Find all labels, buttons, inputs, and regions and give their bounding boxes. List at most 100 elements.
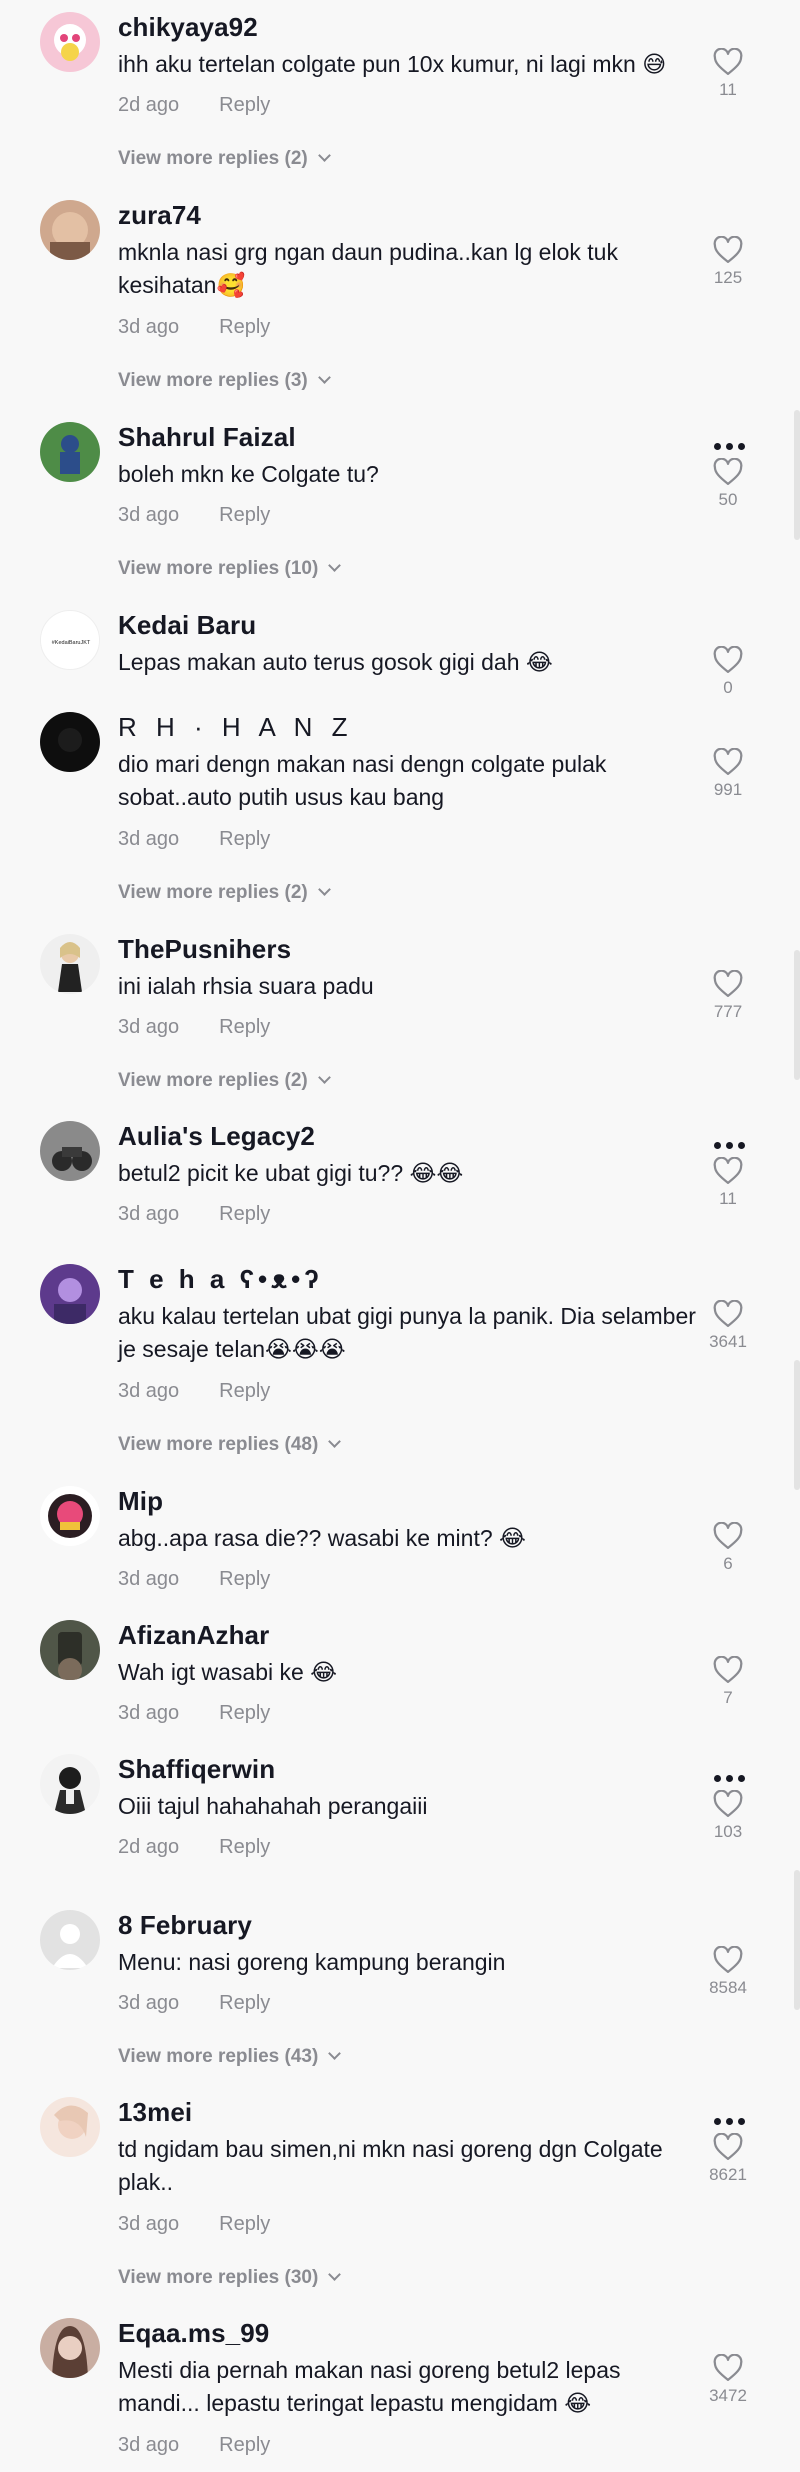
heart-outline-icon[interactable] bbox=[713, 646, 743, 674]
avatar[interactable] bbox=[40, 1910, 100, 1970]
like-control[interactable]: 3472 bbox=[690, 2354, 766, 2406]
reply-button[interactable]: Reply bbox=[219, 1992, 270, 2014]
heart-outline-icon[interactable] bbox=[713, 1656, 743, 1684]
comment-username[interactable]: Kedai Baru bbox=[118, 610, 256, 641]
like-count: 11 bbox=[719, 1189, 737, 1208]
view-more-replies[interactable]: View more replies (2) bbox=[118, 882, 331, 904]
avatar[interactable] bbox=[40, 712, 100, 772]
like-count: 125 bbox=[713, 268, 743, 287]
avatar[interactable]: #KedaiBaruJKT bbox=[40, 610, 100, 670]
comment-username[interactable]: Shaffiqerwin bbox=[118, 1754, 275, 1785]
comment-text: abg..apa rasa die?? wasabi ke mint? 😂 bbox=[118, 1525, 526, 1551]
heart-outline-icon[interactable] bbox=[713, 1946, 743, 1974]
heart-outline-icon[interactable] bbox=[713, 1522, 743, 1550]
avatar[interactable] bbox=[40, 2097, 100, 2157]
heart-outline-icon[interactable] bbox=[713, 1790, 743, 1818]
avatar[interactable] bbox=[40, 422, 100, 482]
comment-username[interactable]: zura74 bbox=[118, 200, 201, 231]
view-more-label: View more replies (30) bbox=[118, 2267, 319, 2288]
avatar[interactable] bbox=[40, 1121, 100, 1181]
comment-text: Lepas makan auto terus gosok gigi dah 😂 bbox=[118, 649, 553, 675]
heart-outline-icon[interactable] bbox=[713, 1157, 743, 1185]
comment-username[interactable]: ThePusnihers bbox=[118, 934, 291, 965]
comment-username[interactable]: 8 February bbox=[118, 1910, 252, 1941]
heart-outline-icon[interactable] bbox=[713, 748, 743, 776]
like-control[interactable]: 50 bbox=[690, 458, 766, 510]
view-more-replies[interactable]: View more replies (43) bbox=[118, 2046, 342, 2068]
scroll-indicator bbox=[794, 1360, 800, 1490]
like-count: 991 bbox=[713, 780, 743, 799]
comment-text: Oiii tajul hahahahah perangaiii bbox=[118, 1793, 428, 1819]
heart-outline-icon[interactable] bbox=[713, 970, 743, 998]
like-control[interactable]: 7 bbox=[690, 1656, 766, 1708]
comment-username[interactable]: chikyaya92 bbox=[118, 12, 258, 43]
like-control[interactable]: 777 bbox=[690, 970, 766, 1022]
reply-button[interactable]: Reply bbox=[219, 2434, 270, 2456]
avatar[interactable] bbox=[40, 1754, 100, 1814]
like-control[interactable]: 8621 bbox=[690, 2133, 766, 2185]
like-control[interactable]: 11 bbox=[690, 1157, 766, 1209]
comment-username[interactable]: R H · H A N Z bbox=[118, 712, 353, 743]
like-control[interactable]: 3641 bbox=[690, 1300, 766, 1352]
reply-button[interactable]: Reply bbox=[219, 1702, 270, 1724]
reply-button[interactable]: Reply bbox=[219, 1380, 270, 1402]
comment-username[interactable]: 13mei bbox=[118, 2097, 192, 2128]
like-control[interactable]: 991 bbox=[690, 748, 766, 800]
view-more-label: View more replies (43) bbox=[118, 2046, 319, 2067]
heart-outline-icon[interactable] bbox=[713, 458, 743, 486]
comment-username[interactable]: Aulia's Legacy2 bbox=[118, 1121, 315, 1152]
avatar[interactable] bbox=[40, 934, 100, 994]
view-more-replies[interactable]: View more replies (48) bbox=[118, 1434, 342, 1456]
reply-button[interactable]: Reply bbox=[219, 504, 270, 526]
like-control[interactable]: 11 bbox=[690, 48, 766, 100]
like-control[interactable]: 125 bbox=[690, 236, 766, 288]
comment-time: 3d ago bbox=[118, 1203, 180, 1225]
comment-username[interactable]: AfizanAzhar bbox=[118, 1620, 269, 1651]
heart-outline-icon[interactable] bbox=[713, 2133, 743, 2161]
more-options-icon[interactable] bbox=[714, 2105, 750, 2131]
comment-meta: 2d ago Reply bbox=[118, 1836, 270, 1859]
view-more-replies[interactable]: View more replies (30) bbox=[118, 2267, 342, 2289]
avatar[interactable] bbox=[40, 1486, 100, 1546]
avatar[interactable] bbox=[40, 1264, 100, 1324]
heart-outline-icon[interactable] bbox=[713, 48, 743, 76]
reply-button[interactable]: Reply bbox=[219, 1568, 270, 1590]
more-options-icon[interactable] bbox=[714, 430, 750, 456]
reply-button[interactable]: Reply bbox=[219, 94, 270, 116]
like-control[interactable]: 6 bbox=[690, 1522, 766, 1574]
avatar[interactable] bbox=[40, 1620, 100, 1680]
more-options-icon[interactable] bbox=[714, 1129, 750, 1155]
reply-button[interactable]: Reply bbox=[219, 1836, 270, 1858]
more-options-icon[interactable] bbox=[714, 1762, 750, 1788]
reply-button[interactable]: Reply bbox=[219, 2213, 270, 2235]
comment-username[interactable]: T e h a ʕ•ᴥ•ʔ bbox=[118, 1264, 323, 1295]
comment-meta: 3d ago Reply bbox=[118, 1380, 270, 1403]
like-count: 777 bbox=[713, 1002, 743, 1021]
chevron-down-icon bbox=[328, 1435, 342, 1448]
like-control[interactable]: 0 bbox=[690, 646, 766, 696]
view-more-replies[interactable]: View more replies (10) bbox=[118, 558, 342, 580]
avatar[interactable] bbox=[40, 200, 100, 260]
comment-time: 3d ago bbox=[118, 2213, 180, 2235]
comment-username[interactable]: Shahrul Faizal bbox=[118, 422, 296, 453]
avatar[interactable] bbox=[40, 2318, 100, 2378]
like-count: 50 bbox=[718, 490, 738, 509]
comment-username[interactable]: Eqaa.ms_99 bbox=[118, 2318, 269, 2349]
like-control[interactable]: 103 bbox=[690, 1790, 766, 1842]
view-more-replies[interactable]: View more replies (2) bbox=[118, 1070, 331, 1092]
reply-button[interactable]: Reply bbox=[219, 1016, 270, 1038]
comment-item: #KedaiBaruJKT Kedai Baru Lepas makan aut… bbox=[0, 610, 800, 696]
reply-button[interactable]: Reply bbox=[219, 316, 270, 338]
reply-button[interactable]: Reply bbox=[219, 1203, 270, 1225]
like-control[interactable]: 8584 bbox=[690, 1946, 766, 1998]
heart-outline-icon[interactable] bbox=[713, 1300, 743, 1328]
reply-button[interactable]: Reply bbox=[219, 828, 270, 850]
heart-outline-icon[interactable] bbox=[713, 2354, 743, 2382]
view-more-replies[interactable]: View more replies (3) bbox=[118, 370, 331, 392]
view-more-replies[interactable]: View more replies (2) bbox=[118, 148, 331, 170]
heart-outline-icon[interactable] bbox=[713, 236, 743, 264]
scroll-indicator bbox=[794, 410, 800, 540]
avatar[interactable] bbox=[40, 12, 100, 72]
comment-username[interactable]: Mip bbox=[118, 1486, 163, 1517]
comment-meta: 3d ago Reply bbox=[118, 1568, 270, 1591]
